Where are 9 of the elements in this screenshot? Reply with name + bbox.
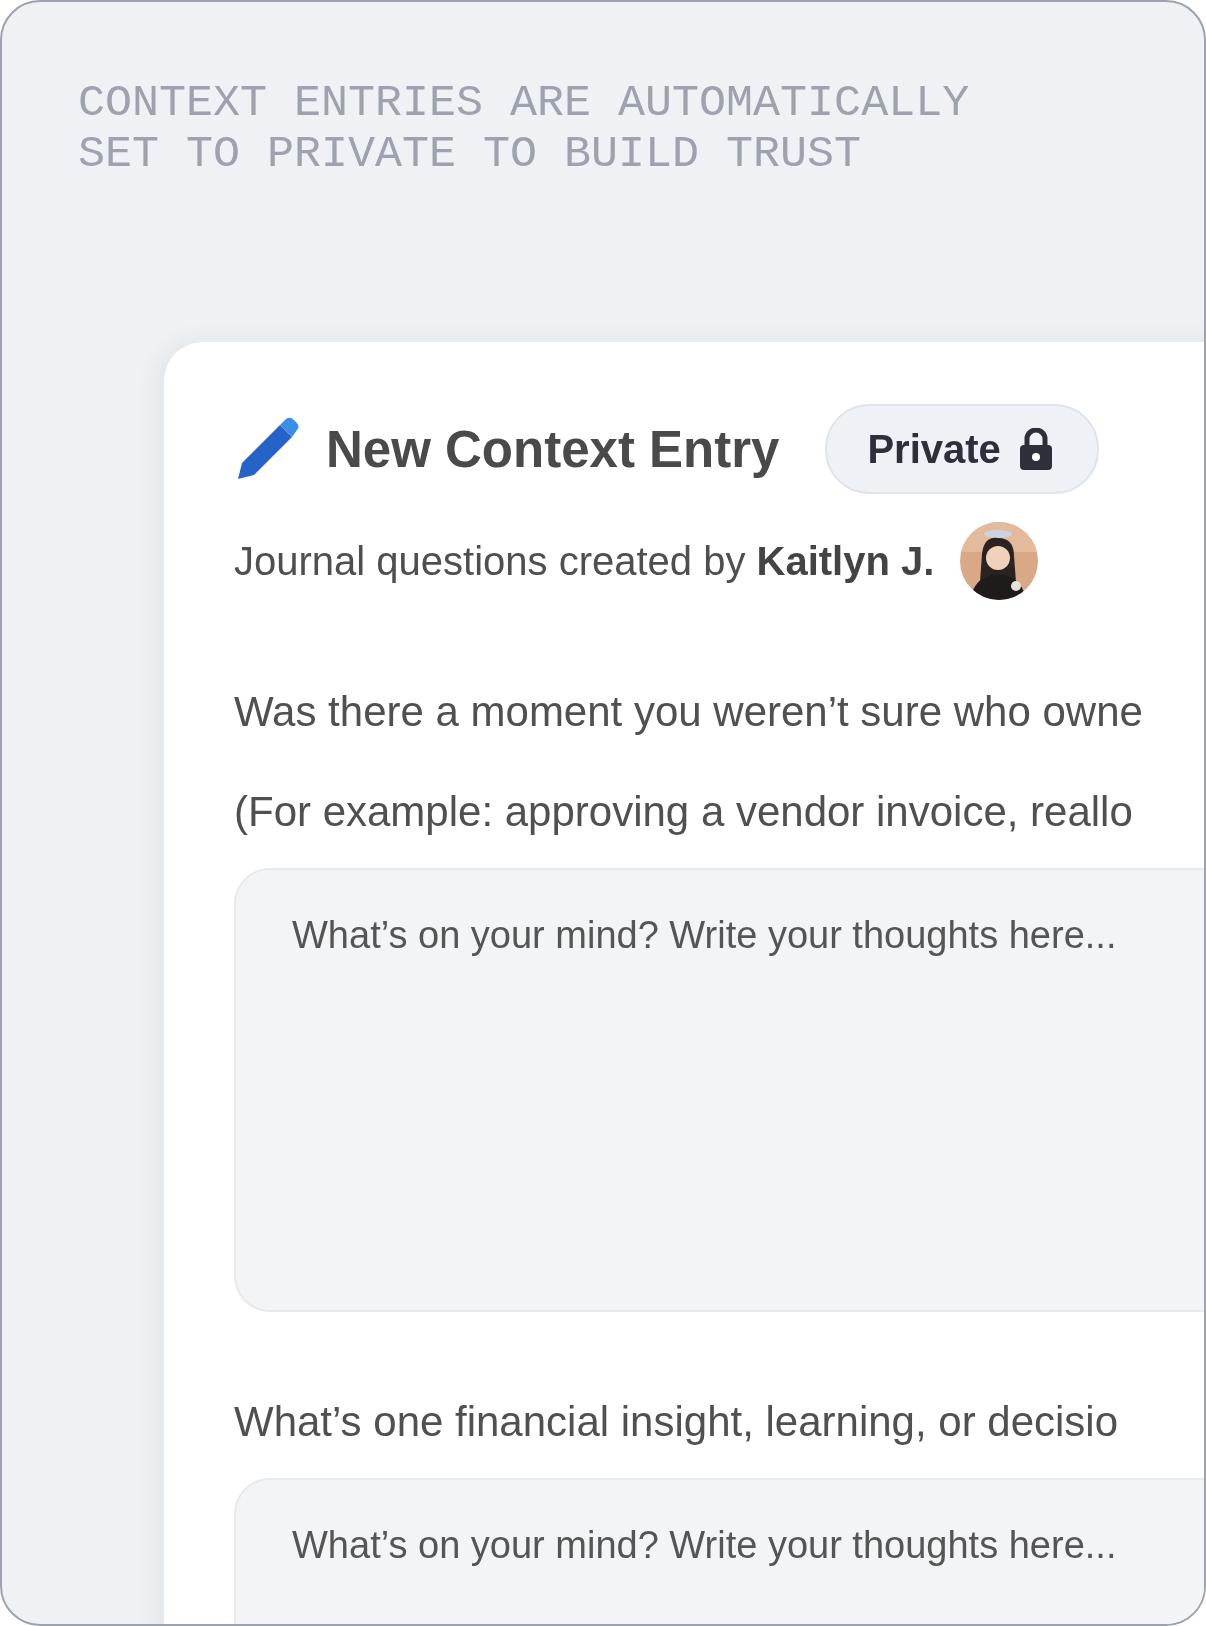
answer-field[interactable]: What’s on your mind? Write your thoughts here...	[234, 1478, 1204, 1624]
answer-field[interactable]: What’s on your mind? Write your thoughts here...	[234, 868, 1204, 1312]
question-text: Was there a moment you weren’t sure who owne	[234, 688, 1144, 736]
example-text: (For example: approving a vendor invoice, reallo	[234, 788, 1134, 836]
privacy-badge[interactable]: Private	[825, 404, 1099, 494]
byline-text: Journal questions created by Kaitlyn J.	[234, 538, 935, 584]
caption-text: CONTEXT ENTRIES ARE AUTOMATICALLY SET TO PRIVATE TO BUILD TRUST	[78, 78, 971, 180]
question-text: What’s one financial insight, learning, or decisio	[234, 1398, 1120, 1446]
entry-title: New Context Entry	[326, 419, 780, 479]
